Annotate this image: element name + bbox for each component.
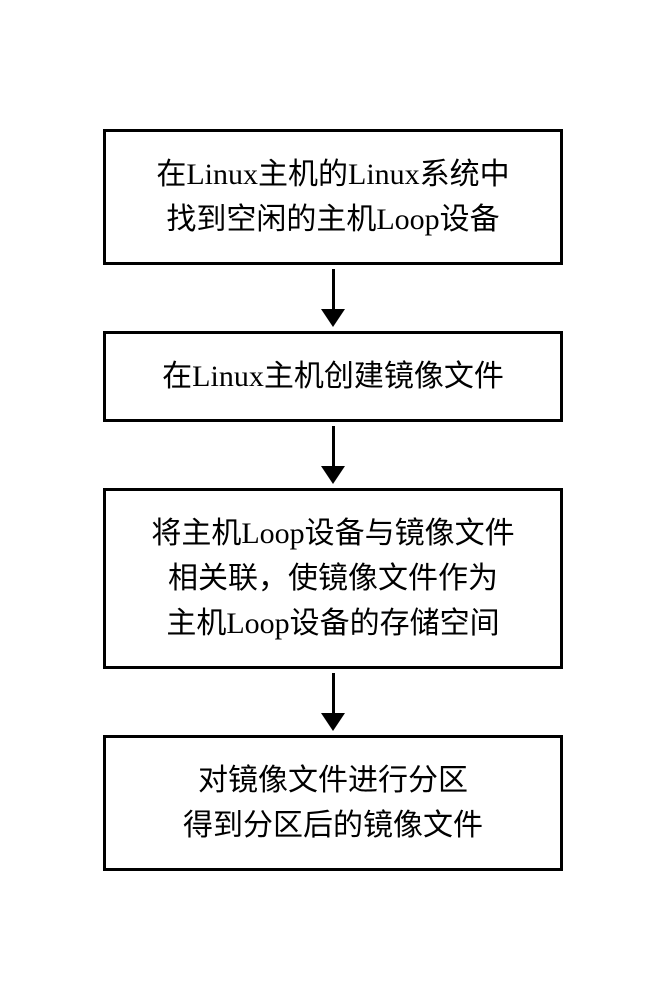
step-box-4: 对镜像文件进行分区得到分区后的镜像文件 xyxy=(103,735,563,871)
arrow-down-icon xyxy=(321,426,345,484)
flowchart-container: 在Linux主机的Linux系统中找到空闲的主机Loop设备 在Linux主机创… xyxy=(0,129,666,871)
step-text: 在Linux主机的Linux系统中找到空闲的主机Loop设备 xyxy=(156,158,509,236)
step-box-3: 将主机Loop设备与镜像文件相关联，使镜像文件作为主机Loop设备的存储空间 xyxy=(103,488,563,669)
arrow-down-icon xyxy=(321,269,345,327)
step-text: 将主机Loop设备与镜像文件相关联，使镜像文件作为主机Loop设备的存储空间 xyxy=(151,517,514,640)
step-text: 在Linux主机创建镜像文件 xyxy=(162,360,504,393)
step-box-2: 在Linux主机创建镜像文件 xyxy=(103,331,563,422)
arrow-down-icon xyxy=(321,673,345,731)
step-box-1: 在Linux主机的Linux系统中找到空闲的主机Loop设备 xyxy=(103,129,563,265)
step-text: 对镜像文件进行分区得到分区后的镜像文件 xyxy=(183,764,483,842)
